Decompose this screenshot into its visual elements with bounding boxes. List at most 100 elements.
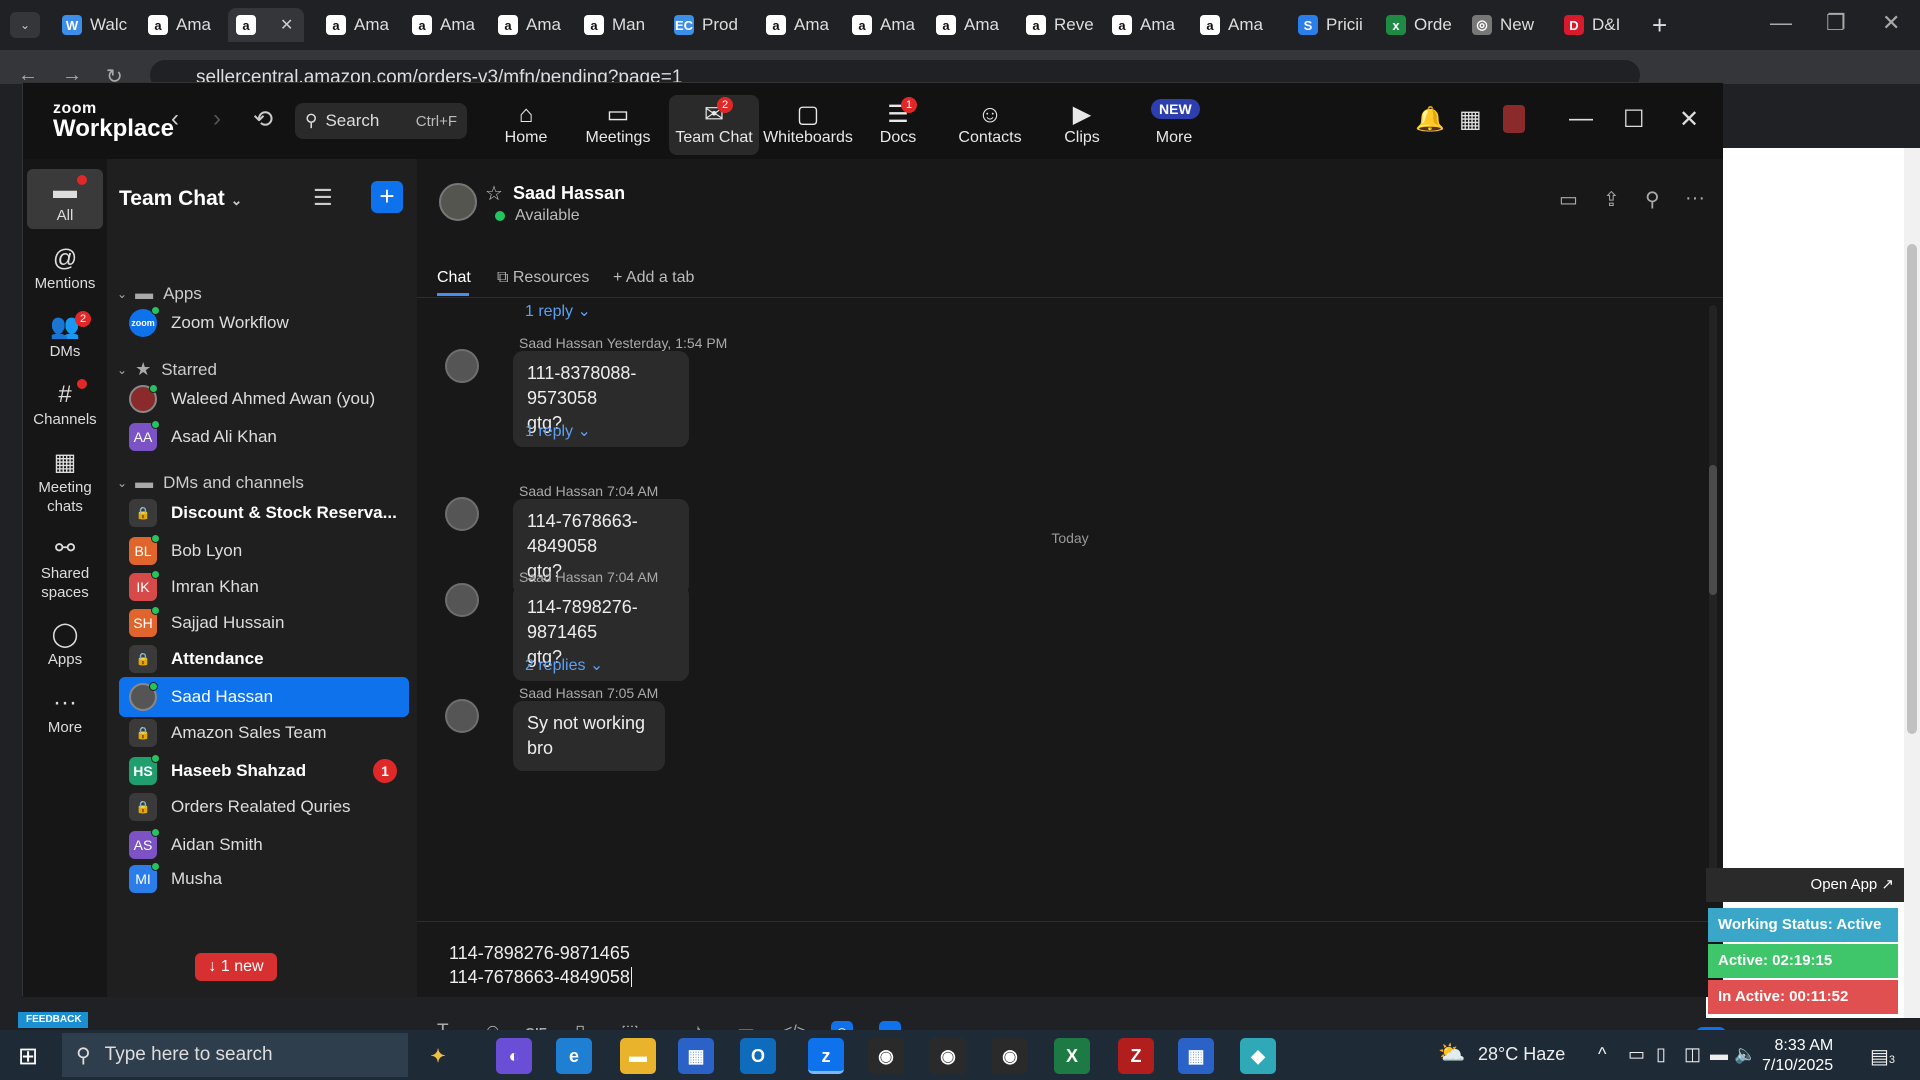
section-dms-and-channels[interactable]: ⌄ ▬ DMs and channels xyxy=(117,472,304,493)
outlook-icon[interactable]: O xyxy=(740,1038,776,1074)
nav-tab-docs[interactable]: ☰ Docs 1 xyxy=(853,95,943,155)
close-window-icon[interactable]: ✕ xyxy=(1882,10,1900,36)
zoom-minimize-icon[interactable]: — xyxy=(1569,105,1593,133)
tab-search-button[interactable]: ⌄ xyxy=(10,12,40,38)
list-item[interactable]: SH Sajjad Hussain xyxy=(119,603,409,643)
zoom-maximize-icon[interactable]: ☐ xyxy=(1623,105,1645,134)
feedback-tab[interactable]: FEEDBACK × xyxy=(18,1012,88,1041)
zoom-search[interactable]: ⚲ Search Ctrl+F xyxy=(295,103,467,139)
list-item[interactable]: MI Musha xyxy=(119,859,409,899)
add-button[interactable]: + xyxy=(371,181,403,213)
nav-tab-more[interactable]: More NEW xyxy=(1129,95,1219,155)
chrome-icon-3[interactable]: ◉ xyxy=(992,1038,1028,1074)
nav-tab-contacts[interactable]: ☺ Contacts xyxy=(945,95,1035,155)
browser-tab[interactable]: a Ama xyxy=(758,8,842,42)
browser-tab[interactable]: a Ama xyxy=(404,8,488,42)
chrome-icon-1[interactable]: ◉ xyxy=(868,1038,904,1074)
edge-icon[interactable]: e xyxy=(556,1038,592,1074)
zoom-taskbar-icon[interactable]: z xyxy=(808,1038,844,1074)
panel-title[interactable]: Team Chat ⌄ xyxy=(119,187,242,211)
calculator-icon[interactable]: ▦ xyxy=(1178,1038,1214,1074)
list-item[interactable]: zoom Zoom Workflow xyxy=(119,303,409,343)
history-icon[interactable]: ⟲ xyxy=(253,105,273,134)
minimize-icon[interactable]: — xyxy=(1770,10,1792,36)
chat-scroll-thumb[interactable] xyxy=(1709,465,1717,595)
calendar-icon[interactable]: ▦ xyxy=(1459,105,1482,134)
rail-item-more[interactable]: ··· More xyxy=(27,681,103,741)
star-icon[interactable]: ☆ xyxy=(485,181,503,206)
app-diamond-icon[interactable]: ◆ xyxy=(1240,1038,1276,1074)
sender-avatar[interactable] xyxy=(445,349,479,383)
list-item[interactable]: 🔒 Discount & Stock Reserva... xyxy=(119,493,409,533)
list-item[interactable]: IK Imran Khan xyxy=(119,567,409,607)
browser-tab[interactable]: a Ama xyxy=(318,8,402,42)
windows-start-icon[interactable]: ⊞ xyxy=(18,1042,38,1071)
chrome-icon-2[interactable]: ◉ xyxy=(930,1038,966,1074)
browser-tab[interactable]: ◎ New xyxy=(1464,8,1548,42)
excel-icon[interactable]: X xyxy=(1054,1038,1090,1074)
list-item[interactable]: 🔒 Attendance xyxy=(119,639,409,679)
filezilla-icon[interactable]: Z xyxy=(1118,1038,1154,1074)
browser-tab[interactable]: a Ama xyxy=(1104,8,1188,42)
tab-chat[interactable]: Chat xyxy=(437,269,471,287)
more-options-icon[interactable]: ··· xyxy=(1685,187,1705,210)
sender-avatar[interactable] xyxy=(445,497,479,531)
weather-text[interactable]: 28°C Haze xyxy=(1478,1044,1565,1065)
nav-tab-clips[interactable]: ▶ Clips xyxy=(1037,95,1127,155)
browser-tab[interactable]: W Walc xyxy=(54,8,138,42)
message-composer[interactable]: 114-7898276-9871465 114-7678663-4849058 xyxy=(449,941,632,989)
nav-tab-home[interactable]: ⌂ Home xyxy=(481,95,571,155)
network-icon[interactable]: ◫ xyxy=(1684,1044,1701,1065)
zoom-close-icon[interactable]: ✕ xyxy=(1679,105,1699,134)
browser-tab[interactable]: D D&I xyxy=(1556,8,1640,42)
list-item[interactable]: Waleed Ahmed Awan (you) xyxy=(119,379,409,419)
tab-add[interactable]: + Add a tab xyxy=(613,269,694,287)
list-item[interactable]: 🔒 Orders Realated Quries xyxy=(119,787,409,827)
section-starred[interactable]: ⌄ ★ Starred xyxy=(117,359,217,380)
video-call-icon[interactable]: ▭ xyxy=(1559,187,1578,212)
rail-item-apps[interactable]: ◯ Apps xyxy=(27,613,103,673)
list-item[interactable]: AA Asad Ali Khan xyxy=(119,417,409,457)
rail-item-shared-spaces[interactable]: ⚯ Shared spaces xyxy=(27,527,103,601)
rail-item-mentions[interactable]: @ Mentions xyxy=(27,237,103,297)
new-tab-button[interactable]: + xyxy=(1652,10,1667,41)
weather-icon[interactable]: ⛅ xyxy=(1438,1040,1465,1066)
chat-search-icon[interactable]: ⚲ xyxy=(1645,187,1660,212)
chat-scrollbar[interactable] xyxy=(1709,305,1717,895)
browser-tab[interactable]: a Reve xyxy=(1018,8,1102,42)
sender-name[interactable]: Saad Hassan xyxy=(519,685,603,701)
back-arrow-icon[interactable]: ‹ xyxy=(171,105,179,133)
tab-resources[interactable]: ⧉ Resources xyxy=(497,269,589,287)
battery-icon[interactable]: ▬ xyxy=(1710,1044,1728,1065)
browser-tab[interactable]: a Ama xyxy=(140,8,224,42)
open-app-button[interactable]: Open App ↗ xyxy=(1706,868,1904,902)
browser-tab[interactable]: a Ama xyxy=(490,8,574,42)
rail-item-all[interactable]: ▬ All xyxy=(27,169,103,229)
taskbar-search[interactable]: ⚲ Type here to search xyxy=(62,1033,408,1077)
file-explorer-icon[interactable]: ▬ xyxy=(620,1038,656,1074)
profile-avatar[interactable] xyxy=(1503,105,1525,133)
sender-avatar[interactable] xyxy=(445,583,479,617)
sender-name[interactable]: Saad Hassan xyxy=(519,335,603,351)
share-screen-icon[interactable]: ⇪ xyxy=(1603,187,1620,212)
rail-item-dms[interactable]: 👥 DMs 2 xyxy=(27,305,103,365)
notification-center-icon[interactable]: ▤3 xyxy=(1870,1044,1895,1069)
contact-name[interactable]: Saad Hassan xyxy=(513,183,625,204)
tab-close-icon[interactable]: ✕ xyxy=(280,15,293,35)
bell-icon[interactable]: 🔔 xyxy=(1415,105,1445,134)
section-apps[interactable]: ⌄ ▬ Apps xyxy=(117,283,202,304)
sender-avatar[interactable] xyxy=(445,699,479,733)
thread-reply-link[interactable]: 1 reply ⌄ xyxy=(525,421,591,441)
contact-avatar[interactable] xyxy=(439,183,477,221)
browser-tab[interactable]: a Ama xyxy=(928,8,1012,42)
browser-scrollbar[interactable] xyxy=(1904,148,1920,1018)
browser-tab[interactable]: a Ama xyxy=(844,8,928,42)
tray-icon-2[interactable]: ▯ xyxy=(1656,1044,1666,1065)
browser-tab[interactable]: x Orde xyxy=(1378,8,1462,42)
nav-tab-whiteboards[interactable]: ▢ Whiteboards xyxy=(763,95,853,155)
message-bubble[interactable]: Sy not working bro xyxy=(513,701,665,772)
tray-chevron-icon[interactable]: ^ xyxy=(1598,1044,1606,1065)
sender-name[interactable]: Saad Hassan xyxy=(519,483,603,499)
nav-tab-meetings[interactable]: ▭ Meetings xyxy=(573,95,663,155)
rail-item-channels[interactable]: # Channels xyxy=(27,373,103,433)
